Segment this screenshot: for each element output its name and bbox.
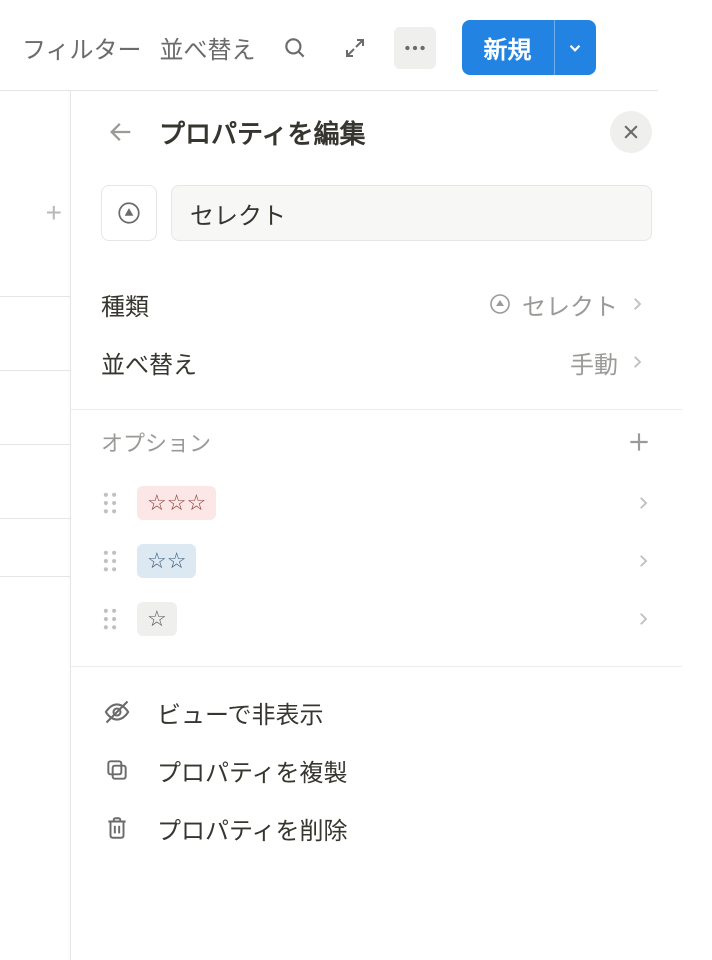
more-icon[interactable] [394, 27, 436, 69]
property-type-icon[interactable] [101, 185, 157, 241]
drag-handle-icon[interactable] [95, 608, 125, 630]
option-row[interactable]: ☆☆ [101, 532, 652, 590]
expand-icon[interactable] [334, 27, 376, 69]
trash-icon [101, 815, 133, 841]
sort-value: 手動 [570, 345, 618, 380]
option-row[interactable]: ☆ [101, 590, 652, 648]
search-icon[interactable] [274, 27, 316, 69]
option-tag: ☆ [137, 602, 177, 636]
duplicate-label: プロパティを複製 [157, 753, 348, 788]
property-name-input[interactable]: セレクト [171, 185, 652, 241]
type-value: セレクト [522, 287, 618, 322]
sort-label: 並べ替え [101, 345, 197, 380]
chevron-right-icon [634, 610, 652, 628]
new-dropdown-button[interactable] [554, 20, 596, 75]
property-sort-row[interactable]: 並べ替え 手動 [101, 333, 646, 391]
new-button[interactable]: 新規 [462, 20, 554, 75]
duplicate-property-action[interactable]: プロパティを複製 [101, 741, 652, 799]
table-row [0, 239, 70, 297]
duplicate-icon [101, 757, 133, 783]
close-button[interactable] [610, 111, 652, 153]
add-column-icon[interactable]: + [46, 197, 62, 229]
table-row [0, 313, 70, 371]
hide-in-view-action[interactable]: ビューで非表示 [101, 683, 652, 741]
hide-label: ビューで非表示 [157, 695, 324, 730]
chevron-right-icon [628, 295, 646, 313]
filter-button[interactable]: フィルター [22, 30, 142, 65]
chevron-right-icon [628, 353, 646, 371]
panel-title: プロパティを編集 [159, 114, 592, 151]
divider [71, 409, 682, 410]
divider [71, 666, 682, 667]
table-background: + [0, 90, 70, 960]
delete-property-action[interactable]: プロパティを削除 [101, 799, 652, 857]
property-type-row[interactable]: 種類 セレクト [101, 275, 646, 333]
property-edit-panel: プロパティを編集 セレクト 種類 セレクト [70, 90, 658, 960]
option-row[interactable]: ☆☆☆ [101, 474, 652, 532]
options-header: オプション [101, 426, 211, 458]
chevron-right-icon [634, 552, 652, 570]
table-row [0, 387, 70, 445]
delete-label: プロパティを削除 [157, 811, 348, 846]
drag-handle-icon[interactable] [95, 492, 125, 514]
eye-off-icon [101, 698, 133, 726]
sort-button[interactable]: 並べ替え [160, 30, 256, 65]
back-button[interactable] [101, 112, 141, 152]
chevron-right-icon [634, 494, 652, 512]
table-row [0, 519, 70, 577]
option-tag: ☆☆☆ [137, 486, 216, 520]
select-type-icon [488, 292, 512, 316]
table-row [0, 461, 70, 519]
drag-handle-icon[interactable] [95, 550, 125, 572]
option-tag: ☆☆ [137, 544, 196, 578]
type-label: 種類 [101, 287, 149, 322]
add-option-button[interactable] [626, 429, 652, 455]
